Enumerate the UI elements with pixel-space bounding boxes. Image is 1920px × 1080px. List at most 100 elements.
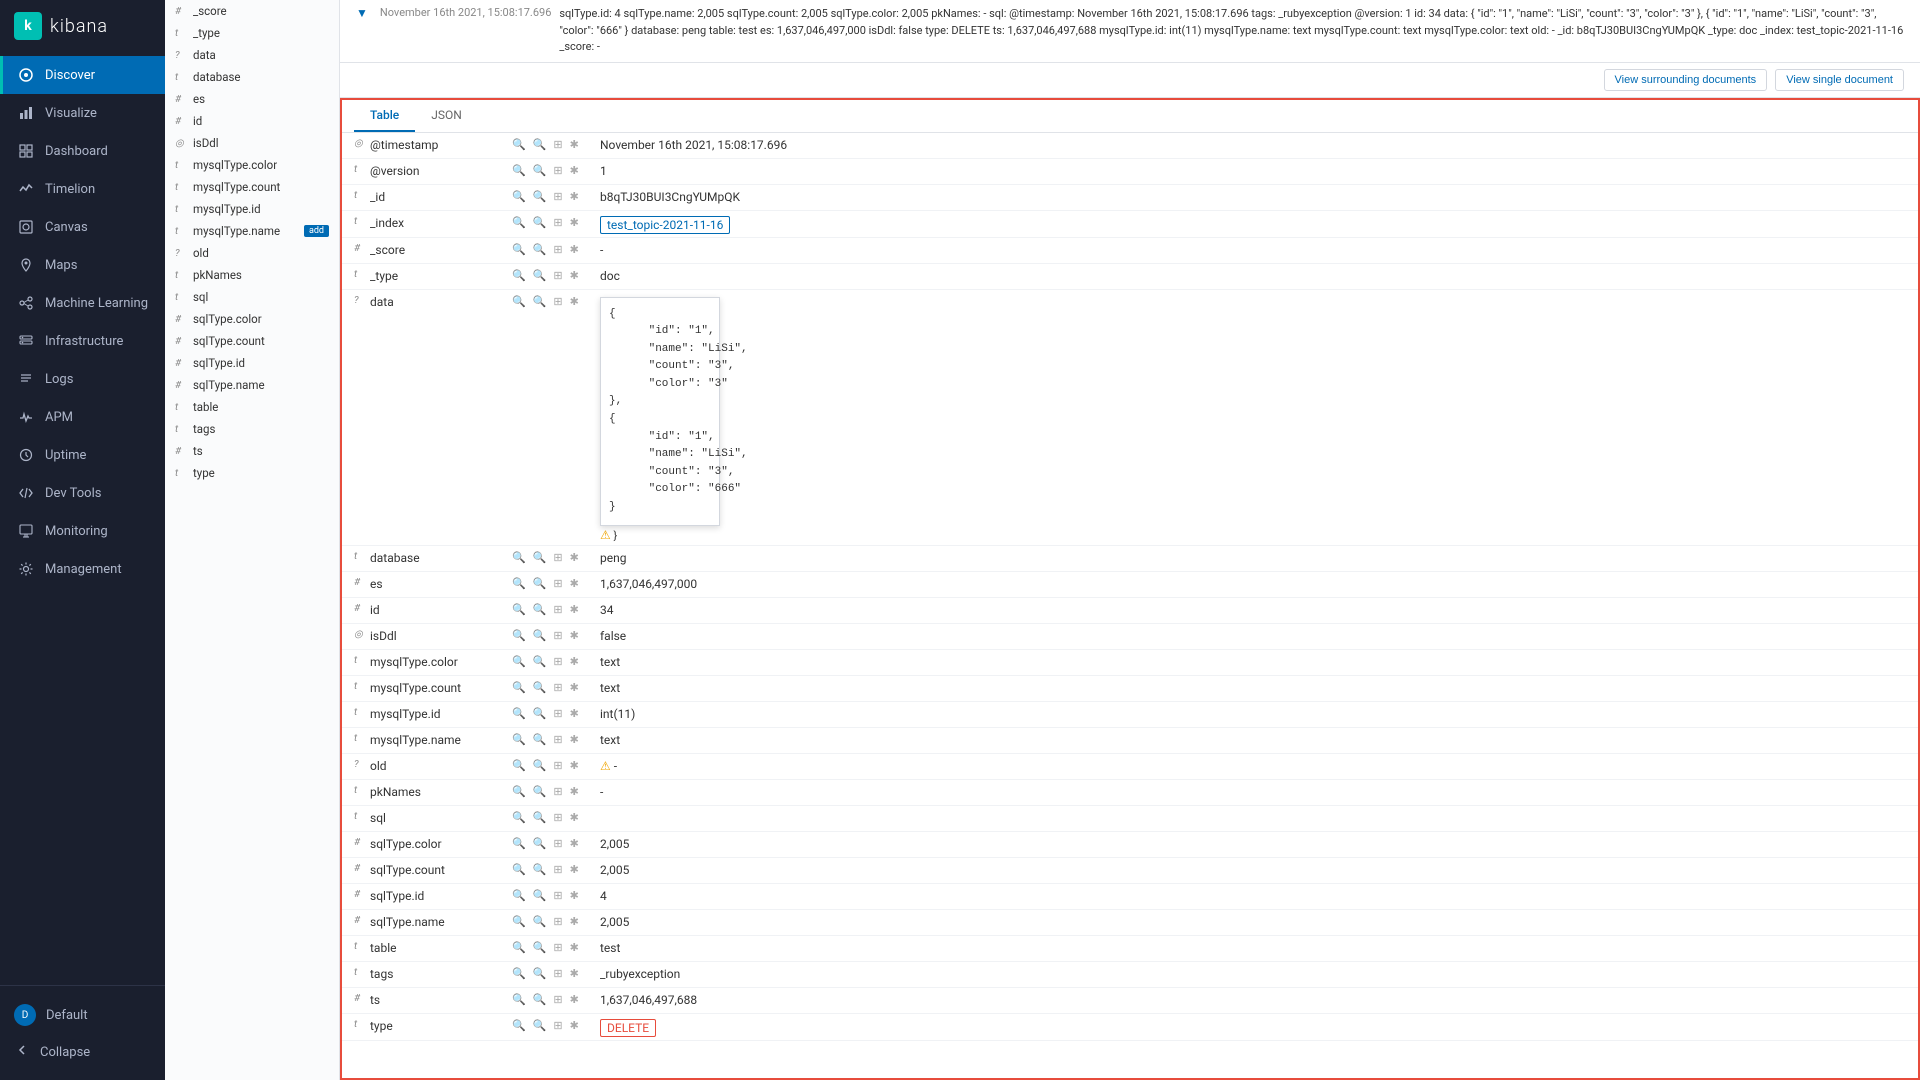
collapse-item[interactable]: Collapse	[14, 1034, 151, 1070]
sidebar-item-management[interactable]: Management	[0, 550, 165, 588]
filter-minus-icon[interactable]: 🔍	[531, 655, 549, 668]
filter-exists-icon[interactable]: ✱	[568, 138, 581, 151]
filter-minus-icon[interactable]: 🔍	[531, 551, 549, 564]
field-item[interactable]: tpkNames	[165, 264, 339, 286]
toggle-column-icon[interactable]: ⊞	[551, 295, 564, 308]
filter-exists-icon[interactable]: ✱	[568, 707, 581, 720]
filter-plus-icon[interactable]: 🔍	[510, 941, 528, 954]
filter-plus-icon[interactable]: 🔍	[510, 681, 528, 694]
sidebar-item-ml[interactable]: Machine Learning	[0, 284, 165, 322]
filter-exists-icon[interactable]: ✱	[568, 759, 581, 772]
sidebar-item-devtools[interactable]: Dev Tools	[0, 474, 165, 512]
filter-exists-icon[interactable]: ✱	[568, 551, 581, 564]
field-item[interactable]: ttable	[165, 396, 339, 418]
filter-minus-icon[interactable]: 🔍	[531, 138, 549, 151]
sidebar-item-uptime[interactable]: Uptime	[0, 436, 165, 474]
filter-minus-icon[interactable]: 🔍	[531, 190, 549, 203]
sidebar-item-discover[interactable]: Discover	[0, 56, 165, 94]
toggle-column-icon[interactable]: ⊞	[551, 889, 564, 902]
toggle-column-icon[interactable]: ⊞	[551, 811, 564, 824]
field-item[interactable]: #sqlType.count	[165, 330, 339, 352]
field-item[interactable]: tmysqlType.count	[165, 176, 339, 198]
filter-plus-icon[interactable]: 🔍	[510, 138, 528, 151]
filter-exists-icon[interactable]: ✱	[568, 295, 581, 308]
filter-minus-icon[interactable]: 🔍	[531, 967, 549, 980]
view-single-button[interactable]: View single document	[1775, 69, 1904, 91]
filter-minus-icon[interactable]: 🔍	[531, 603, 549, 616]
toggle-column-icon[interactable]: ⊞	[551, 655, 564, 668]
filter-minus-icon[interactable]: 🔍	[531, 243, 549, 256]
filter-exists-icon[interactable]: ✱	[568, 733, 581, 746]
filter-plus-icon[interactable]: 🔍	[510, 551, 528, 564]
toggle-column-icon[interactable]: ⊞	[551, 837, 564, 850]
field-item[interactable]: #sqlType.id	[165, 352, 339, 374]
filter-exists-icon[interactable]: ✱	[568, 216, 581, 229]
field-item[interactable]: #id	[165, 110, 339, 132]
field-item[interactable]: ?old	[165, 242, 339, 264]
toggle-column-icon[interactable]: ⊞	[551, 1019, 564, 1032]
field-item[interactable]: tsql	[165, 286, 339, 308]
toggle-column-icon[interactable]: ⊞	[551, 993, 564, 1006]
filter-exists-icon[interactable]: ✱	[568, 785, 581, 798]
expand-arrow-icon[interactable]: ▼	[356, 6, 368, 20]
logo[interactable]: k kibana	[0, 0, 165, 52]
filter-plus-icon[interactable]: 🔍	[510, 603, 528, 616]
filter-exists-icon[interactable]: ✱	[568, 915, 581, 928]
field-item[interactable]: #sqlType.color	[165, 308, 339, 330]
filter-minus-icon[interactable]: 🔍	[531, 1019, 549, 1032]
filter-exists-icon[interactable]: ✱	[568, 941, 581, 954]
filter-plus-icon[interactable]: 🔍	[510, 811, 528, 824]
filter-plus-icon[interactable]: 🔍	[510, 1019, 528, 1032]
filter-plus-icon[interactable]: 🔍	[510, 915, 528, 928]
filter-exists-icon[interactable]: ✱	[568, 269, 581, 282]
sidebar-item-dashboard[interactable]: Dashboard	[0, 132, 165, 170]
toggle-column-icon[interactable]: ⊞	[551, 915, 564, 928]
toggle-column-icon[interactable]: ⊞	[551, 216, 564, 229]
filter-plus-icon[interactable]: 🔍	[510, 759, 528, 772]
filter-minus-icon[interactable]: 🔍	[531, 889, 549, 902]
filter-plus-icon[interactable]: 🔍	[510, 190, 528, 203]
toggle-column-icon[interactable]: ⊞	[551, 967, 564, 980]
filter-minus-icon[interactable]: 🔍	[531, 863, 549, 876]
toggle-column-icon[interactable]: ⊞	[551, 863, 564, 876]
toggle-column-icon[interactable]: ⊞	[551, 707, 564, 720]
filter-minus-icon[interactable]: 🔍	[531, 733, 549, 746]
filter-plus-icon[interactable]: 🔍	[510, 967, 528, 980]
field-item[interactable]: #sqlType.name	[165, 374, 339, 396]
sidebar-item-logs[interactable]: Logs	[0, 360, 165, 398]
field-item[interactable]: tdatabase	[165, 66, 339, 88]
toggle-column-icon[interactable]: ⊞	[551, 551, 564, 564]
toggle-column-icon[interactable]: ⊞	[551, 759, 564, 772]
user-item[interactable]: D Default	[14, 996, 151, 1034]
filter-exists-icon[interactable]: ✱	[568, 837, 581, 850]
sidebar-item-monitoring[interactable]: Monitoring	[0, 512, 165, 550]
filter-exists-icon[interactable]: ✱	[568, 863, 581, 876]
field-item[interactable]: #_score	[165, 0, 339, 22]
tab-json[interactable]: JSON	[415, 100, 478, 132]
filter-plus-icon[interactable]: 🔍	[510, 889, 528, 902]
filter-minus-icon[interactable]: 🔍	[531, 577, 549, 590]
toggle-column-icon[interactable]: ⊞	[551, 269, 564, 282]
filter-exists-icon[interactable]: ✱	[568, 1019, 581, 1032]
filter-plus-icon[interactable]: 🔍	[510, 863, 528, 876]
field-item[interactable]: ttype	[165, 462, 339, 484]
toggle-column-icon[interactable]: ⊞	[551, 138, 564, 151]
sidebar-item-timelion[interactable]: Timelion	[0, 170, 165, 208]
filter-minus-icon[interactable]: 🔍	[531, 993, 549, 1006]
sidebar-item-canvas[interactable]: Canvas	[0, 208, 165, 246]
filter-exists-icon[interactable]: ✱	[568, 243, 581, 256]
field-item[interactable]: ?data	[165, 44, 339, 66]
field-item[interactable]: ttags	[165, 418, 339, 440]
filter-exists-icon[interactable]: ✱	[568, 603, 581, 616]
filter-plus-icon[interactable]: 🔍	[510, 837, 528, 850]
filter-exists-icon[interactable]: ✱	[568, 655, 581, 668]
filter-minus-icon[interactable]: 🔍	[531, 629, 549, 642]
filter-plus-icon[interactable]: 🔍	[510, 993, 528, 1006]
filter-minus-icon[interactable]: 🔍	[531, 837, 549, 850]
filter-plus-icon[interactable]: 🔍	[510, 733, 528, 746]
filter-plus-icon[interactable]: 🔍	[510, 577, 528, 590]
field-item[interactable]: #es	[165, 88, 339, 110]
filter-plus-icon[interactable]: 🔍	[510, 243, 528, 256]
filter-minus-icon[interactable]: 🔍	[531, 915, 549, 928]
filter-plus-icon[interactable]: 🔍	[510, 655, 528, 668]
